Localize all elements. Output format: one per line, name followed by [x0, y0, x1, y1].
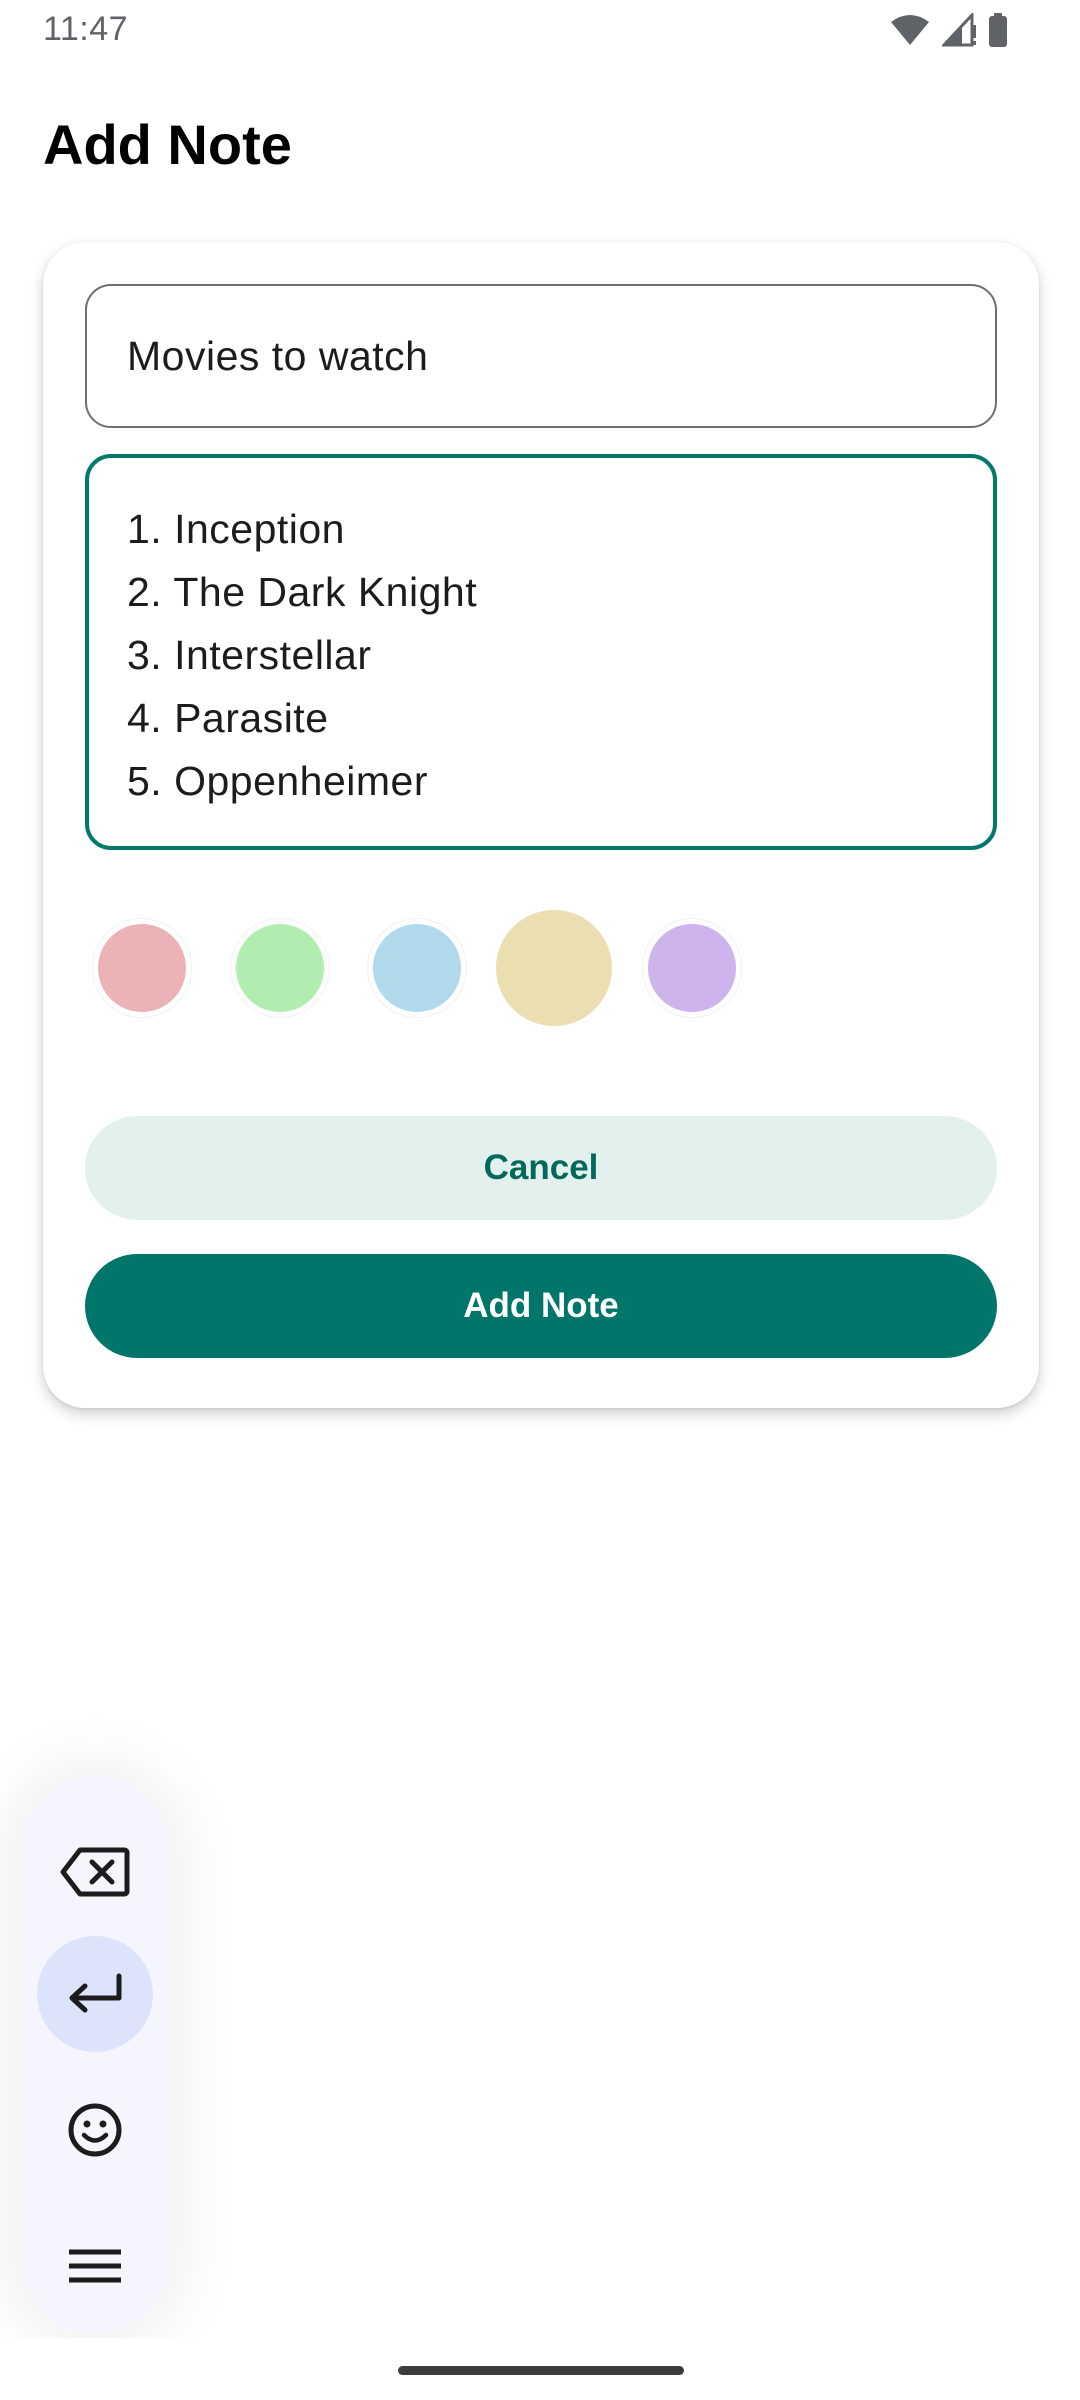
note-body-input[interactable]: 1. Inception 2. The Dark Knight 3. Inter… [85, 454, 997, 850]
status-bar: 11:47 [0, 0, 1080, 62]
note-body-line: 1. Inception [127, 506, 345, 552]
emoji-button[interactable] [37, 2072, 153, 2188]
enter-button[interactable] [37, 1936, 153, 2052]
note-body-line: 2. The Dark Knight [127, 569, 478, 615]
note-body-line: 3. Interstellar [127, 632, 372, 678]
note-body-line: 5. Oppenheimer [127, 758, 429, 804]
cell-signal-icon [942, 13, 976, 47]
color-swatch-blue[interactable] [373, 924, 461, 1012]
menu-button[interactable] [37, 2208, 153, 2324]
color-swatch-red[interactable] [98, 924, 186, 1012]
note-body-line: 4. Parasite [127, 695, 329, 741]
cancel-button[interactable]: Cancel [85, 1116, 997, 1220]
gesture-navigation-bar[interactable] [398, 2366, 684, 2375]
add-note-button[interactable]: Add Note [85, 1254, 997, 1358]
backspace-icon [60, 1846, 130, 1898]
battery-icon [988, 13, 1008, 47]
note-title-value: Movies to watch [127, 332, 429, 379]
color-swatch-yellow[interactable] [496, 910, 612, 1026]
status-icons [890, 12, 1008, 48]
add-note-card: Movies to watch 1. Inception 2. The Dark… [43, 242, 1039, 1408]
menu-icon [69, 2248, 121, 2284]
color-swatch-green[interactable] [236, 924, 324, 1012]
page-title: Add Note [43, 113, 292, 176]
backspace-button[interactable] [37, 1814, 153, 1930]
status-time: 11:47 [43, 10, 129, 48]
floating-keyboard-toolbar [21, 1776, 169, 2334]
color-swatch-purple[interactable] [648, 924, 736, 1012]
wifi-icon [890, 14, 930, 46]
emoji-icon [67, 2102, 123, 2158]
enter-icon [65, 1973, 125, 2015]
note-title-input[interactable]: Movies to watch [85, 284, 997, 428]
